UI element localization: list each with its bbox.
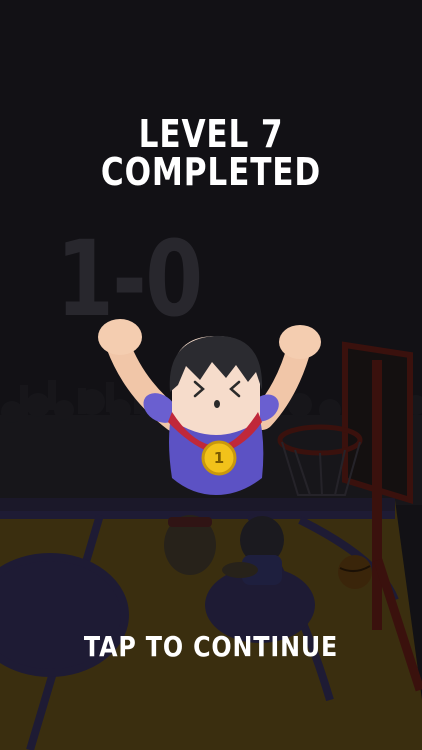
medal-number: 1 xyxy=(213,449,225,467)
scoreboard-score: 1-0 xyxy=(56,218,203,340)
mouth xyxy=(214,400,220,408)
tap-to-continue-button[interactable]: TAP TO CONTINUE xyxy=(32,630,391,663)
right-fist xyxy=(279,325,321,359)
level-title-line2: COMPLETED xyxy=(100,150,322,194)
game-screen[interactable]: LEVEL 7 COMPLETED 1-0 1 TAP TO CONTINUE xyxy=(0,0,422,750)
